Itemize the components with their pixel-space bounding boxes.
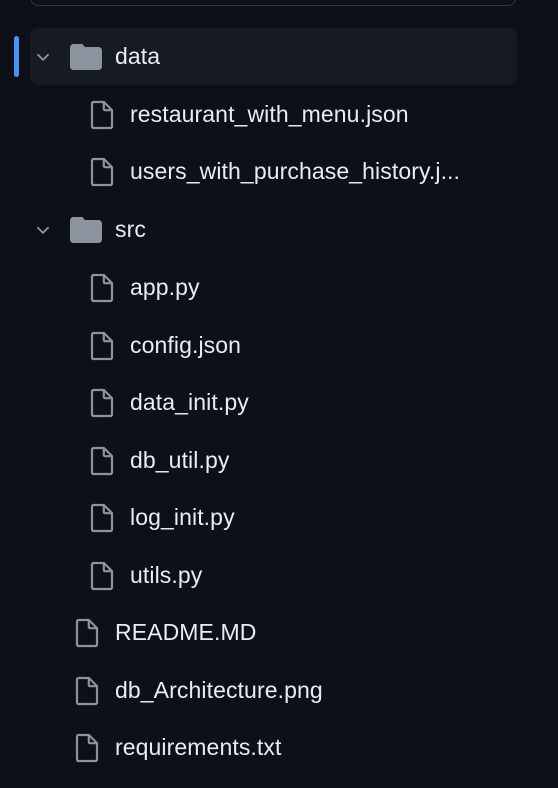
file-icon	[75, 733, 99, 763]
file-icon	[90, 388, 114, 418]
file-label: restaurant_with_menu.json	[130, 101, 409, 127]
active-indicator	[14, 36, 19, 77]
file-icon	[90, 446, 114, 476]
tree-file[interactable]: utils.py	[0, 547, 558, 604]
file-tree: data restaurant_with_menu.json users_wit…	[0, 0, 558, 788]
file-label: requirements.txt	[115, 734, 282, 760]
tree-file[interactable]: restaurant_with_menu.json	[0, 86, 558, 143]
file-label: data_init.py	[130, 389, 249, 415]
tree-file[interactable]: app.py	[0, 259, 558, 316]
file-label: db_util.py	[130, 447, 230, 473]
tree-file[interactable]: db_util.py	[0, 432, 558, 489]
tree-file[interactable]: data_init.py	[0, 374, 558, 431]
chevron-down-icon[interactable]	[34, 48, 52, 66]
file-icon	[90, 273, 114, 303]
file-label: utils.py	[130, 562, 203, 588]
folder-label: data	[115, 43, 161, 69]
file-label: log_init.py	[130, 504, 235, 530]
tree-header-edge	[30, 0, 516, 6]
file-icon	[90, 100, 114, 130]
file-label: README.MD	[115, 619, 257, 645]
tree-folder-src[interactable]: src	[0, 201, 558, 258]
tree-file[interactable]: config.json	[0, 317, 558, 374]
chevron-down-icon[interactable]	[34, 221, 52, 239]
folder-icon	[70, 216, 102, 243]
tree-file[interactable]: log_init.py	[0, 489, 558, 546]
folder-icon	[70, 43, 102, 70]
tree-file[interactable]: requirements.txt	[0, 719, 558, 776]
tree-folder-data[interactable]: data	[0, 28, 558, 85]
file-label: db_Architecture.png	[115, 677, 323, 703]
file-icon	[75, 618, 99, 648]
file-icon	[75, 676, 99, 706]
file-icon	[90, 157, 114, 187]
tree-file[interactable]: db_Architecture.png	[0, 662, 558, 719]
file-icon	[90, 331, 114, 361]
folder-label: src	[115, 216, 146, 242]
tree-file[interactable]: users_with_purchase_history.j...	[0, 143, 558, 200]
file-label: users_with_purchase_history.j...	[130, 158, 461, 184]
file-label: app.py	[130, 274, 200, 300]
tree-file[interactable]: README.MD	[0, 604, 558, 661]
file-label: config.json	[130, 332, 242, 358]
file-icon	[90, 503, 114, 533]
file-icon	[90, 561, 114, 591]
